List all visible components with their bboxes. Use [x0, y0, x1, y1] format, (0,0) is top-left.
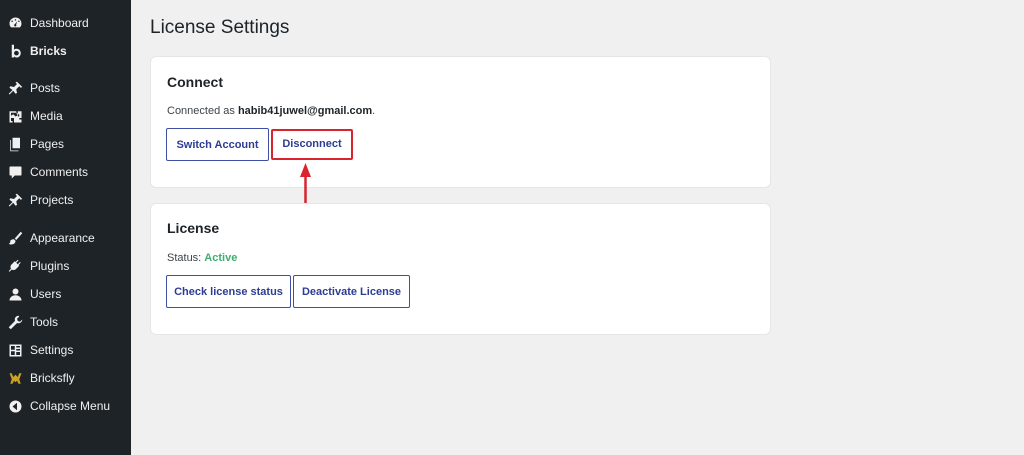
- sidebar-item-label: Tools: [30, 315, 59, 329]
- sidebar-item-pages[interactable]: Pages: [0, 130, 131, 158]
- collapse-menu-button[interactable]: Collapse Menu: [0, 392, 131, 420]
- connected-prefix: Connected as: [167, 105, 238, 117]
- collapse-icon: [7, 398, 23, 414]
- admin-sidebar: Dashboard Bricks Posts Media Pages Comme…: [0, 0, 131, 455]
- sidebar-item-projects[interactable]: Projects: [0, 186, 131, 214]
- sidebar-item-label: Comments: [30, 165, 89, 179]
- sidebar-item-label: Settings: [30, 343, 74, 357]
- sidebar-item-label: Bricksfly: [30, 371, 75, 385]
- license-card: License Status: Active: [150, 203, 771, 335]
- sidebar-item-dashboard[interactable]: Dashboard: [0, 9, 131, 37]
- sidebar-item-users[interactable]: Users: [0, 280, 131, 308]
- wrench-icon: [7, 314, 23, 330]
- sidebar-item-label: Appearance: [30, 231, 95, 245]
- sidebar-item-label: Plugins: [30, 259, 70, 273]
- check-license-status-button[interactable]: Check license status: [166, 275, 291, 308]
- sidebar-item-label: Posts: [30, 81, 61, 95]
- connect-title: Connect: [167, 74, 223, 90]
- connected-email: habib41juwel@gmail.com: [237, 105, 373, 117]
- pin-icon: [7, 80, 23, 96]
- sidebar-item-tools[interactable]: Tools: [0, 308, 131, 336]
- sidebar-item-label: Users: [30, 287, 62, 301]
- sidebar-item-bricks[interactable]: Bricks: [0, 37, 131, 65]
- connect-card: Connect Connected as habib41juwel@gmail.…: [150, 56, 771, 188]
- sidebar-item-posts[interactable]: Posts: [0, 74, 131, 102]
- status-prefix: Status:: [167, 252, 205, 264]
- sidebar-item-appearance[interactable]: Appearance: [0, 224, 131, 252]
- brush-icon: [7, 230, 23, 246]
- user-icon: [7, 286, 23, 302]
- sidebar-item-bricksfly[interactable]: Bricksfly: [0, 364, 131, 392]
- dashboard-icon: [7, 15, 23, 31]
- deactivate-license-button[interactable]: Deactivate License: [293, 275, 410, 308]
- page-title: License Settings: [150, 17, 290, 38]
- sidebar-item-media[interactable]: Media: [0, 102, 131, 130]
- status-badge: Active: [204, 252, 238, 264]
- disconnect-button[interactable]: Disconnect: [273, 130, 351, 158]
- bricks-icon: [7, 43, 23, 59]
- pages-icon: [7, 136, 23, 152]
- sidebar-item-label: Collapse Menu: [30, 399, 111, 413]
- pin-icon: [7, 192, 23, 208]
- comment-icon: [7, 164, 23, 180]
- plug-icon: [7, 258, 23, 274]
- connected-suffix: .: [372, 105, 376, 117]
- sidebar-item-settings[interactable]: Settings: [0, 336, 131, 364]
- switch-account-button[interactable]: Switch Account: [166, 128, 269, 161]
- license-title: License: [167, 220, 220, 236]
- settings-icon: [7, 342, 23, 358]
- sidebar-item-label: Projects: [30, 193, 74, 207]
- sidebar-item-comments[interactable]: Comments: [0, 158, 131, 186]
- sidebar-item-label: Bricks: [30, 44, 67, 58]
- sidebar-item-label: Pages: [30, 137, 65, 151]
- sidebar-item-plugins[interactable]: Plugins: [0, 252, 131, 280]
- media-icon: [7, 108, 23, 124]
- connected-as-text: Connected as habib41juwel@gmail.com.: [167, 105, 375, 117]
- bricksfly-icon: [7, 370, 23, 386]
- sidebar-item-label: Media: [30, 109, 63, 123]
- sidebar-item-label: Dashboard: [30, 16, 89, 30]
- license-status-text: Status: Active: [167, 252, 237, 264]
